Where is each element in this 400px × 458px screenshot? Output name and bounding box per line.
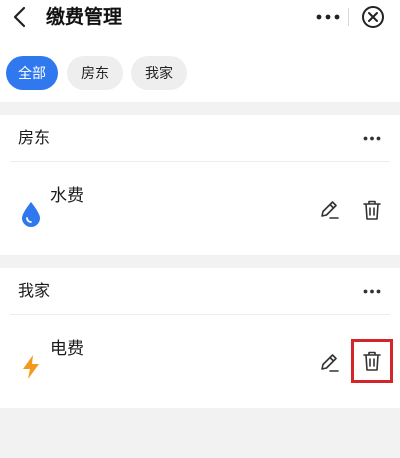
header-divider [348,8,349,26]
group-more-button[interactable] [356,277,388,305]
trash-icon [363,200,381,220]
more-options-button[interactable] [312,3,344,31]
group-card-landlord: 房东 水费 [0,115,400,255]
group-header: 房东 [0,115,400,161]
close-button[interactable] [358,2,388,32]
page-title: 缴费管理 [46,6,123,28]
filter-chip-all[interactable]: 全部 [6,56,58,90]
more-horizontal-icon [363,136,381,140]
water-drop-icon [18,201,44,227]
group-card-home: 我家 电费 [0,268,400,408]
trash-icon [363,351,381,371]
group-title: 我家 [18,281,51,300]
bill-name[interactable]: 水费 [50,184,84,208]
filter-bar: 全部 房东 我家 [0,44,400,102]
close-circle-icon [362,6,384,28]
delete-bill-button[interactable] [351,339,393,383]
back-button[interactable] [6,3,34,31]
edit-icon [321,354,339,372]
chevron-left-icon [13,6,26,28]
edit-bill-button[interactable] [316,197,342,223]
lightning-icon [18,354,44,380]
group-header: 我家 [0,268,400,314]
group-divider [10,161,390,162]
top-bar: 缴费管理 [0,0,400,44]
more-horizontal-icon [316,14,340,20]
group-more-button[interactable] [356,124,388,152]
more-horizontal-icon [363,289,381,293]
group-title: 房东 [18,128,51,147]
group-divider [10,314,390,315]
filter-chip-landlord[interactable]: 房东 [67,56,123,90]
filter-chip-home[interactable]: 我家 [131,56,187,90]
edit-bill-button[interactable] [316,350,342,376]
bill-name[interactable]: 电费 [50,337,84,361]
delete-bill-button[interactable] [358,195,386,225]
edit-icon [321,201,339,219]
